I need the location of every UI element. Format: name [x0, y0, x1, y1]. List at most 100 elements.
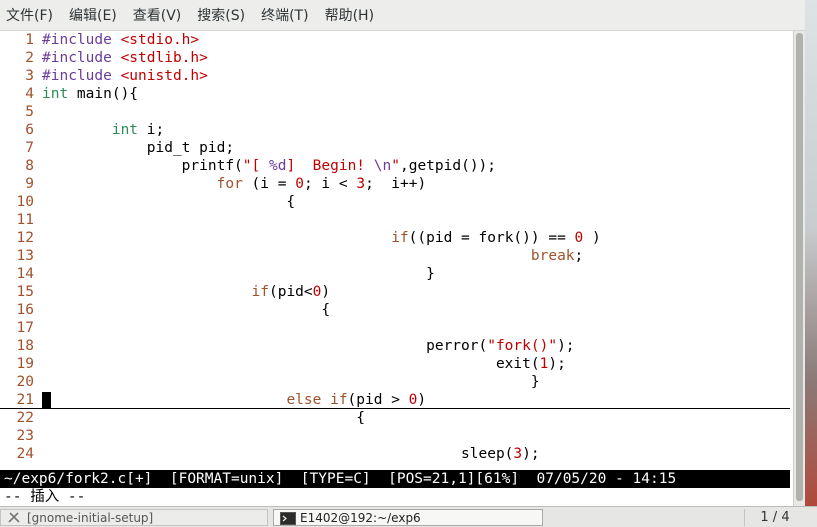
code-token: 0: [295, 176, 304, 192]
code-line: 24 sleep(3);: [0, 445, 540, 463]
line-number: 20: [16, 374, 34, 390]
code-line: 3 #include <unistd.h>: [0, 67, 208, 85]
code-line: 15 if(pid<0): [0, 283, 331, 301]
code-token: int: [111, 122, 139, 138]
scrollbar[interactable]: [793, 31, 805, 506]
code-token: ; i <: [303, 176, 357, 192]
line-number: 6: [25, 122, 34, 138]
code-token: if: [251, 284, 269, 300]
code-token: <unistd.h>: [120, 68, 208, 84]
taskbar-item-label: E1402@192:~/exp6: [300, 510, 421, 525]
line-number: 22: [16, 410, 34, 426]
line-number: 18: [16, 338, 34, 354]
line-number: 4: [25, 86, 34, 102]
menu-edit[interactable]: 编辑(E): [69, 5, 117, 25]
taskbar-item-label: [gnome-initial-setup]: [27, 510, 154, 525]
code-token: (pid >: [347, 392, 409, 408]
code-line: 9 for (i = 0; i < 3; i++): [0, 175, 426, 193]
line-number: 5: [25, 104, 34, 120]
code-token: "[: [242, 158, 269, 174]
code-line: 8 printf("[ %d] Begin! \n",getpid());: [0, 157, 496, 175]
code-token: else if: [286, 392, 348, 408]
code-line: 10 {: [0, 193, 296, 211]
code-token: <stdio.h>: [120, 32, 200, 48]
menu-help[interactable]: 帮助(H): [325, 5, 374, 25]
menu-terminal[interactable]: 终端(T): [261, 5, 308, 25]
code-line: 12 if((pid = fork()) == 0 ): [0, 229, 601, 247]
code-token: #include: [42, 50, 121, 66]
line-number: 16: [16, 302, 34, 318]
code-token: );: [522, 446, 540, 462]
code-token: }: [42, 266, 435, 282]
code-line: 2 #include <stdlib.h>: [0, 49, 208, 67]
terminal-editor[interactable]: 1 #include <stdio.h> 2 #include <stdlib.h> 3…: [0, 31, 793, 506]
code-token: ;: [574, 248, 584, 264]
code-line: 16 {: [0, 301, 331, 319]
code-line: 22 {: [0, 409, 365, 427]
code-token: ": [391, 158, 400, 174]
code-line: 21 else if(pid > 0): [0, 391, 427, 409]
menu-file[interactable]: 文件(F): [6, 5, 53, 25]
code-token: ): [321, 284, 331, 300]
code-token: ((pid = fork()) ==: [408, 230, 575, 246]
code-line: 23: [0, 427, 42, 445]
taskbar: [gnome-initial-setup] E1402@192:~/exp6 1…: [0, 506, 817, 527]
code-line: 4 int main(){: [0, 85, 138, 103]
text-cursor: [42, 392, 51, 409]
code-line: 5: [0, 103, 42, 121]
code-token: ; i++): [365, 176, 427, 192]
code-token: (pid<: [268, 284, 313, 300]
line-number: 9: [25, 176, 34, 192]
code-line: 14 }: [0, 265, 435, 283]
code-token: 3: [356, 176, 366, 192]
code-line: 13 break;: [0, 247, 584, 265]
code-token: ] Begin!: [286, 158, 374, 174]
code-token: %d: [269, 158, 287, 174]
line-number: 1: [25, 32, 34, 48]
scrollbar-thumb[interactable]: [796, 33, 803, 501]
line-number: 10: [16, 194, 34, 210]
line-number: 12: [16, 230, 34, 246]
code-token: ): [417, 392, 427, 408]
line-number: 7: [25, 140, 34, 156]
code-line: 20 }: [0, 373, 540, 391]
code-token: sleep(: [42, 446, 514, 462]
code-token: exit(: [42, 356, 540, 372]
code-token: {: [42, 194, 296, 210]
tools-icon: [7, 511, 21, 524]
line-number: 8: [25, 158, 34, 174]
line-number: 19: [16, 356, 34, 372]
code-line: 19 exit(1);: [0, 355, 566, 373]
line-number: 13: [16, 248, 34, 264]
taskbar-item-terminal[interactable]: E1402@192:~/exp6: [273, 509, 543, 526]
line-number: 17: [16, 320, 34, 336]
code-line: 18 perror("fork()");: [0, 337, 575, 355]
code-token: perror(: [42, 338, 488, 354]
line-number: 14: [16, 266, 34, 282]
line-number: 15: [16, 284, 34, 300]
code-token: printf(: [42, 158, 243, 174]
workspace-pager[interactable]: 1 / 4: [744, 509, 805, 526]
code-token: );: [548, 356, 566, 372]
taskbar-item-initial-setup[interactable]: [gnome-initial-setup]: [0, 509, 268, 526]
line-number: 11: [16, 212, 34, 228]
code-line: 7 pid_t pid;: [0, 139, 234, 157]
vim-mode-line: -- 插入 --: [4, 489, 86, 505]
menu-search[interactable]: 搜索(S): [197, 5, 245, 25]
code-token: if: [391, 230, 409, 246]
line-number: 24: [16, 446, 34, 462]
code-token: {: [42, 302, 331, 318]
code-token: }: [42, 374, 540, 390]
code-token: 3: [513, 446, 523, 462]
code-token: 0: [574, 230, 584, 246]
line-number: 3: [25, 68, 34, 84]
code-token: );: [557, 338, 575, 354]
menu-view[interactable]: 查看(V): [133, 5, 182, 25]
code-token: int: [42, 86, 69, 102]
code-token: main(){: [68, 86, 139, 102]
